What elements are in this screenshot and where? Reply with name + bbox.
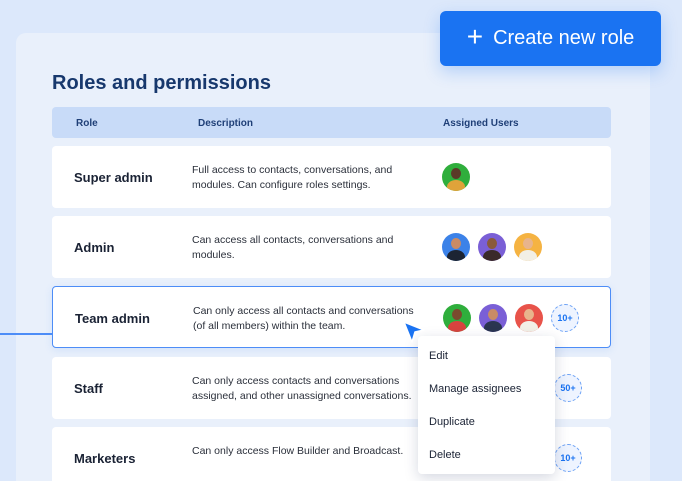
description-line: Can only access all contacts and convers… bbox=[193, 305, 414, 317]
role-description: Can only access all contacts and convers… bbox=[193, 304, 423, 334]
role-name: Team admin bbox=[75, 311, 150, 326]
avatar[interactable] bbox=[479, 304, 507, 332]
create-new-role-button[interactable]: + Create new role bbox=[440, 11, 661, 66]
description-line: Can only access contacts and conversatio… bbox=[192, 375, 400, 387]
description-line: Full access to contacts, conversations, … bbox=[192, 164, 393, 176]
role-description: Can access all contacts, conversations a… bbox=[192, 233, 422, 263]
role-name: Marketers bbox=[74, 451, 136, 466]
role-description: Can only access contacts and conversatio… bbox=[192, 374, 422, 404]
avatar[interactable] bbox=[442, 163, 470, 191]
column-header-description: Description bbox=[198, 118, 254, 129]
menu-item-edit[interactable]: Edit bbox=[429, 350, 448, 362]
avatar[interactable] bbox=[514, 233, 542, 261]
role-name: Admin bbox=[74, 240, 115, 255]
avatar[interactable] bbox=[442, 233, 470, 261]
row-context-menu: Edit Manage assignees Duplicate Delete bbox=[418, 336, 555, 474]
role-description: Full access to contacts, conversations, … bbox=[192, 163, 422, 193]
more-users-badge[interactable]: 10+ bbox=[554, 444, 582, 472]
assigned-users bbox=[442, 233, 542, 261]
page-title: Roles and permissions bbox=[52, 72, 271, 94]
menu-item-delete[interactable]: Delete bbox=[429, 449, 461, 461]
avatar[interactable] bbox=[515, 304, 543, 332]
mouse-cursor-icon bbox=[403, 321, 425, 343]
avatar[interactable] bbox=[478, 233, 506, 261]
menu-item-duplicate[interactable]: Duplicate bbox=[429, 416, 475, 428]
table-row-super-admin[interactable]: Super admin Full access to contacts, con… bbox=[52, 146, 611, 208]
description-line: modules. bbox=[192, 249, 235, 261]
description-line: (of all members) within the team. bbox=[193, 320, 346, 332]
connector-line bbox=[0, 333, 52, 335]
more-users-badge[interactable]: 10+ bbox=[551, 304, 579, 332]
table-header: Role Description Assigned Users bbox=[52, 107, 611, 138]
description-line: Can only access Flow Builder and Broadca… bbox=[192, 445, 404, 457]
assigned-users bbox=[442, 163, 470, 191]
role-name: Staff bbox=[74, 381, 103, 396]
role-description: Can only access Flow Builder and Broadca… bbox=[192, 444, 422, 459]
menu-item-manage-assignees[interactable]: Manage assignees bbox=[429, 383, 521, 395]
table-row-admin[interactable]: Admin Can access all contacts, conversat… bbox=[52, 216, 611, 278]
description-line: assigned, and other unassigned conversat… bbox=[192, 390, 412, 402]
description-line: Can access all contacts, conversations a… bbox=[192, 234, 394, 246]
more-users-badge[interactable]: 50+ bbox=[554, 374, 582, 402]
assigned-users: 10+ bbox=[443, 304, 579, 332]
avatar[interactable] bbox=[443, 304, 471, 332]
plus-icon: + bbox=[466, 21, 484, 52]
role-name: Super admin bbox=[74, 170, 153, 185]
create-new-role-label: Create new role bbox=[493, 27, 635, 49]
description-line: modules. Can configure roles settings. bbox=[192, 179, 371, 191]
column-header-role: Role bbox=[76, 118, 98, 129]
column-header-assigned-users: Assigned Users bbox=[443, 118, 519, 129]
